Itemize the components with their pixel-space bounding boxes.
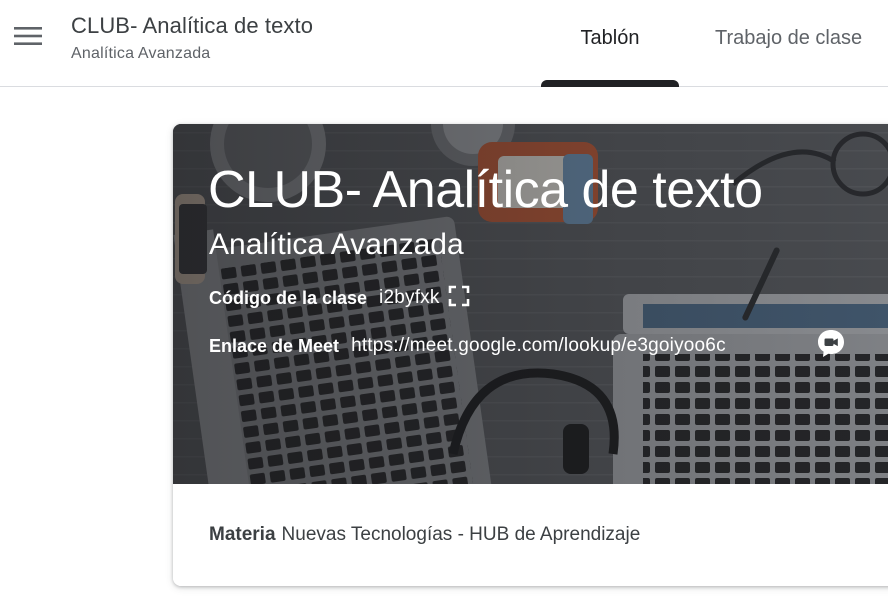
class-banner: CLUB- Analítica de texto Analítica Avanz… [173,124,888,484]
hamburger-menu-icon [14,26,42,46]
meet-link-label: Enlace de Meet [209,335,340,356]
tab-stream[interactable]: Tablón [541,0,679,87]
course-section: Analítica Avanzada [71,45,211,62]
meet-link[interactable]: https://meet.google.com/lookup/e3goiyoo6… [351,335,726,357]
class-code-label: Código de la clase [209,287,368,308]
fullscreen-icon [448,285,470,312]
top-app-bar: CLUB- Analítica de texto Analítica Avanz… [0,0,888,87]
meet-link-row: Enlace de Meet https://meet.google.com/l… [209,333,726,359]
subject-label: Materia [209,524,276,545]
main-menu-button[interactable] [4,12,52,60]
class-title: CLUB- Analítica de texto [208,161,763,219]
class-code-row: Código de la clase i2byfxk [209,285,472,311]
course-title[interactable]: CLUB- Analítica de texto [71,13,313,39]
class-details: Materia Nuevas Tecnologías - HUB de Apren… [173,484,888,586]
subject-value: Nuevas Tecnologías - HUB de Aprendizaje [281,524,641,545]
join-meet-button[interactable] [813,327,849,363]
video-camera-icon [816,328,846,363]
class-code-value: i2byfxk [379,287,440,308]
tab-classwork[interactable]: Trabajo de clase [715,0,862,87]
selected-tab-indicator [541,80,679,87]
subject-line: Materia Nuevas Tecnologías - HUB de Apren… [209,524,640,546]
class-section: Analítica Avanzada [209,228,464,261]
class-header-card: CLUB- Analítica de texto Analítica Avanz… [173,124,888,586]
display-code-button[interactable] [446,285,472,311]
